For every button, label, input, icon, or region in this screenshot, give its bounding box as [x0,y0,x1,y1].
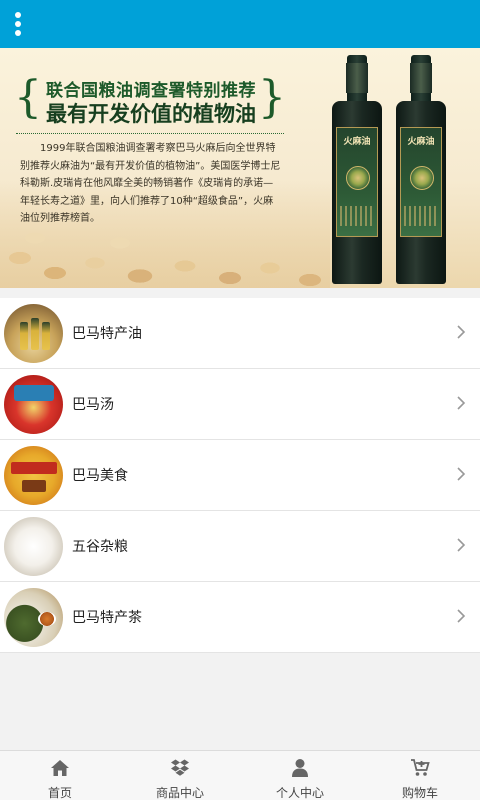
bottom-tab-bar: 首页 商品中心 个人中心 购物车 [0,750,480,800]
grain-bowl-image [4,517,63,576]
list-item-label: 巴马特产油 [72,326,142,342]
right-brace-decoration: } [258,72,286,123]
tab-products[interactable]: 商品中心 [120,751,240,800]
chevron-right-icon [457,467,466,481]
chevron-right-icon [457,609,466,623]
list-item[interactable]: 巴马特产茶 [0,582,480,653]
bottle-label-title: 火麻油 [407,137,435,147]
list-item[interactable]: 巴马美食 [0,440,480,511]
chevron-right-icon [457,396,466,410]
hemp-oil-bottle: 火麻油 [396,55,446,284]
tab-label: 个人中心 [275,786,324,800]
banner-heading: { 联合国粮油调查署特别推荐 最有开发价值的植物油 } [14,70,286,128]
chevron-right-icon [457,538,466,552]
home-icon [51,760,69,776]
cart-plus-icon [411,759,430,776]
list-item[interactable]: 五谷杂粮 [0,511,480,582]
bottle-emblem [346,166,370,190]
list-item-label: 巴马美食 [72,468,128,484]
list-item-label: 巴马汤 [72,397,114,413]
tab-cart[interactable]: 购物车 [360,751,480,800]
top-bar [0,0,480,48]
promo-banner[interactable]: { 联合国粮油调查署特别推荐 最有开发价值的植物油 } 1999年联合国粮油调查… [0,48,480,288]
list-item-label: 巴马特产茶 [72,610,142,626]
tab-label: 商品中心 [155,786,204,800]
list-item[interactable]: 巴马汤 [0,369,480,440]
list-item-label: 五谷杂粮 [72,539,128,555]
banner-divider [16,133,284,134]
more-vertical-icon[interactable] [8,8,28,40]
banner-heading-line2: 最有开发价值的植物油 [46,102,256,126]
local-food-image [4,446,63,505]
tea-image [4,588,63,647]
chevron-right-icon [457,325,466,339]
tab-home[interactable]: 首页 [0,751,120,800]
bottle-emblem [410,166,434,190]
category-list: 巴马特产油 巴马汤 巴马美食 五谷杂粮 巴马特产茶 [0,298,480,653]
banner-body-text: 1999年联合国粮油调查署考察巴马火麻后向全世界特别推荐火麻油为“最有开发价值的… [20,143,281,224]
dropbox-icon [171,759,189,776]
oil-gift-box-image [4,304,63,363]
hemp-oil-bottle: 火麻油 [332,55,382,284]
app-screen: { 联合国粮油调查署特别推荐 最有开发价值的植物油 } 1999年联合国粮油调查… [0,0,480,800]
tab-label: 购物车 [401,786,438,800]
list-item[interactable]: 巴马特产油 [0,298,480,369]
tab-profile[interactable]: 个人中心 [240,751,360,800]
soup-package-image [4,375,63,434]
bottle-label-title: 火麻油 [343,137,371,147]
tab-label: 首页 [47,786,72,800]
user-icon [292,759,308,777]
